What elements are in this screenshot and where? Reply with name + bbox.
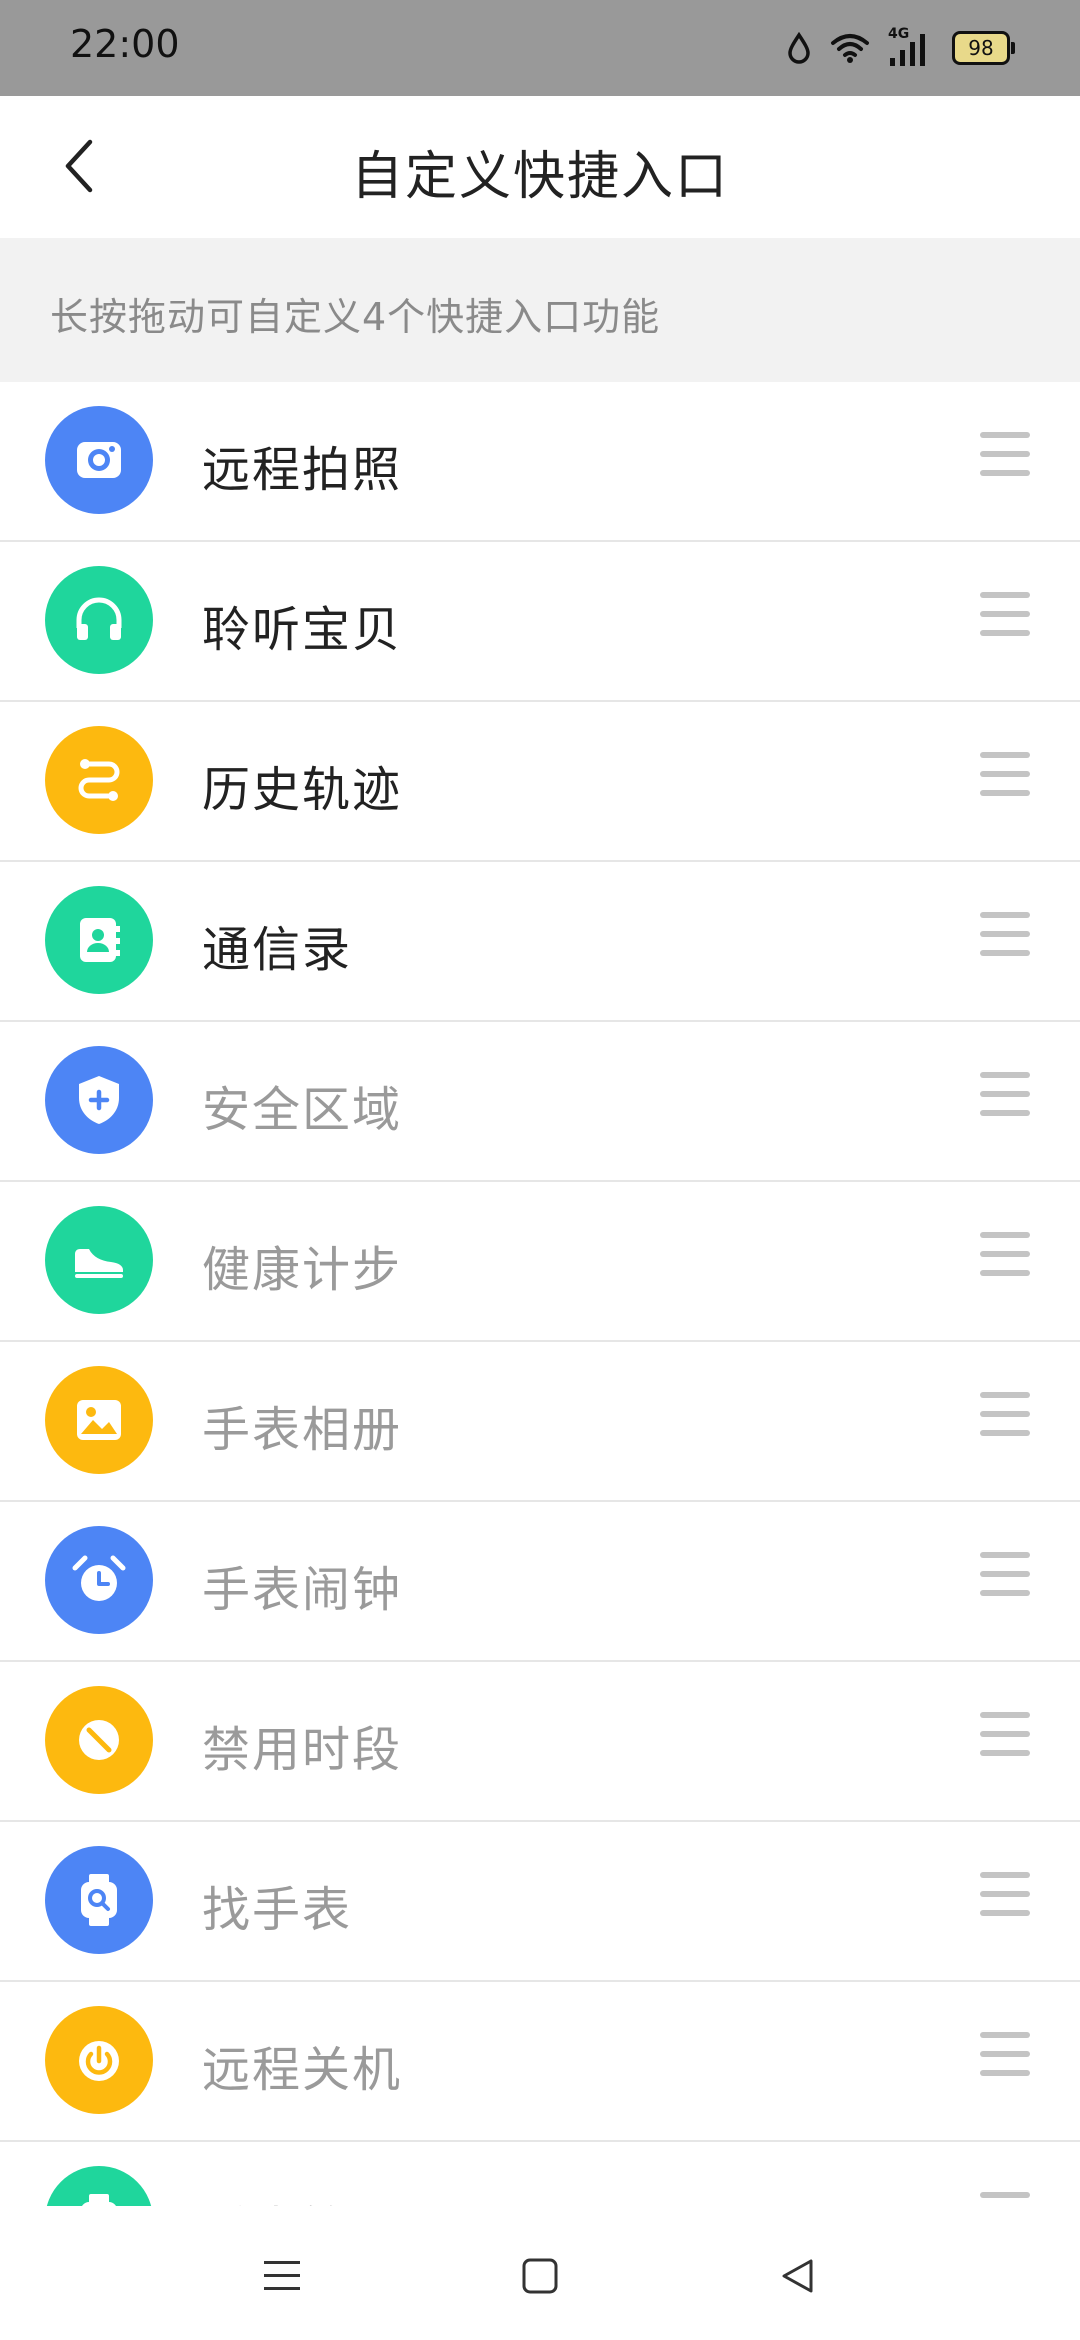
status-bar: 22:00 4G 98 — [0, 0, 1080, 96]
item-label: 历史轨迹 — [202, 762, 403, 818]
item-label: 手表相册 — [202, 1402, 403, 1458]
drag-handle-icon[interactable] — [980, 752, 1030, 808]
signal-icon — [890, 34, 925, 66]
list-item[interactable]: 远程拍照 — [0, 382, 1080, 542]
contacts-icon — [45, 886, 153, 994]
drag-handle-icon[interactable] — [980, 432, 1030, 488]
item-label: 手表闹钟 — [202, 1562, 403, 1618]
drag-handle-icon[interactable] — [980, 912, 1030, 968]
drag-handle-icon[interactable] — [980, 1232, 1030, 1288]
item-label: 找手表 — [202, 1882, 353, 1938]
drop-icon — [788, 32, 810, 64]
signal-indicator: 4G — [888, 26, 934, 68]
drag-handle-icon[interactable] — [980, 2032, 1030, 2088]
item-label: 禁用时段 — [202, 1722, 403, 1778]
drag-handle-icon[interactable] — [980, 1392, 1030, 1448]
camera-icon — [45, 406, 153, 514]
shortcut-list: 远程拍照 聆听宝贝 历史轨迹 通信录 安全区域 健康计步 手表相册 手表闹钟 禁… — [0, 382, 1080, 2206]
item-label: 远程关机 — [202, 2042, 403, 2098]
hint-text: 长按拖动可自定义4个快捷入口功能 — [50, 295, 661, 339]
list-item[interactable]: 手表管理 — [0, 2142, 1080, 2206]
list-item[interactable]: 安全区域 — [0, 1022, 1080, 1182]
list-item[interactable]: 聆听宝贝 — [0, 542, 1080, 702]
find-watch-icon — [45, 1846, 153, 1954]
item-label: 安全区域 — [202, 1082, 403, 1138]
power-icon — [45, 2006, 153, 2114]
list-item[interactable]: 手表相册 — [0, 1342, 1080, 1502]
list-item[interactable]: 通信录 — [0, 862, 1080, 1022]
headphones-icon — [45, 566, 153, 674]
menu-icon — [264, 2261, 300, 2290]
list-item[interactable]: 远程关机 — [0, 1982, 1080, 2142]
drag-handle-icon[interactable] — [980, 2192, 1030, 2206]
drag-handle-icon[interactable] — [980, 1712, 1030, 1768]
hint-bar: 长按拖动可自定义4个快捷入口功能 — [0, 238, 1080, 382]
battery-level: 98 — [968, 36, 994, 60]
forbidden-icon — [45, 1686, 153, 1794]
list-item[interactable]: 历史轨迹 — [0, 702, 1080, 862]
settings-icon — [45, 2166, 153, 2206]
item-label: 健康计步 — [202, 1242, 403, 1298]
list-item[interactable]: 健康计步 — [0, 1182, 1080, 1342]
item-label: 手表管理 — [202, 2190, 402, 2206]
home-icon — [522, 2258, 558, 2294]
item-label: 聆听宝贝 — [202, 602, 403, 658]
menu-button[interactable] — [242, 2236, 322, 2316]
drag-handle-icon[interactable] — [980, 1872, 1030, 1928]
status-icons: 4G 98 — [786, 26, 1015, 70]
status-time: 22:00 — [70, 22, 180, 66]
alarm-clock-icon — [45, 1526, 153, 1634]
item-label: 通信录 — [202, 922, 353, 978]
list-item[interactable]: 找手表 — [0, 1822, 1080, 1982]
navigation-bar — [0, 2206, 1080, 2340]
drag-handle-icon[interactable] — [980, 1552, 1030, 1608]
nav-back-button[interactable] — [758, 2236, 838, 2316]
drag-handle-icon[interactable] — [980, 592, 1030, 648]
header: 自定义快捷入口 — [0, 96, 1080, 238]
route-icon — [45, 726, 153, 834]
battery-icon: 98 — [952, 31, 1015, 65]
list-item[interactable]: 禁用时段 — [0, 1662, 1080, 1822]
wifi-icon — [831, 34, 869, 63]
photo-album-icon — [45, 1366, 153, 1474]
drag-handle-icon[interactable] — [980, 1072, 1030, 1128]
home-button[interactable] — [500, 2236, 580, 2316]
item-label: 远程拍照 — [202, 442, 403, 498]
page-title: 自定义快捷入口 — [350, 147, 729, 207]
shield-icon — [45, 1046, 153, 1154]
list-item[interactable]: 手表闹钟 — [0, 1502, 1080, 1662]
back-triangle-icon — [782, 2259, 813, 2293]
shoe-icon — [45, 1206, 153, 1314]
